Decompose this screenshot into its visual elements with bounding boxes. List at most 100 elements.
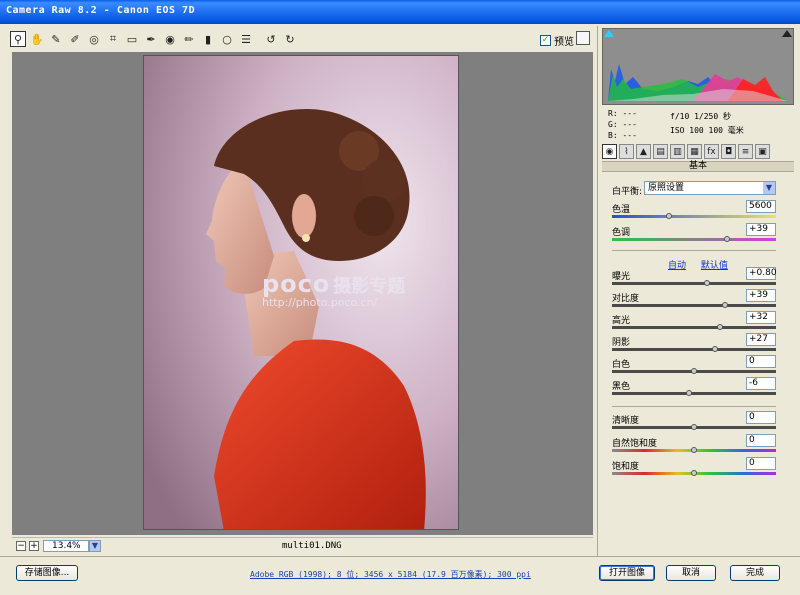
auto-default-links: 自动 默认值 (668, 258, 740, 271)
basic-tab-icon[interactable]: ◉ (602, 144, 617, 159)
highlight-clipping-icon[interactable] (782, 30, 792, 37)
blacks-label: 黑色 (612, 382, 631, 392)
blacks-slider[interactable] (612, 390, 776, 396)
divider (612, 406, 776, 407)
highlights-value-input[interactable]: +32 (746, 311, 776, 324)
temperature-label: 色温 (612, 205, 631, 215)
blacks-slider-thumb[interactable] (686, 390, 693, 396)
contrast-slider[interactable] (612, 302, 776, 308)
shadows-slider[interactable] (612, 346, 776, 352)
shadow-clipping-icon[interactable] (604, 30, 614, 37)
split-toning-tab-icon[interactable]: ▥ (670, 144, 685, 159)
adjustment-brush-icon[interactable]: ✏ (181, 31, 197, 47)
whites-slider[interactable] (612, 368, 776, 374)
save-image-button[interactable]: 存储图像... (16, 565, 78, 581)
exposure-label: 曝光 (612, 272, 631, 282)
shadows-value-input[interactable]: +27 (746, 333, 776, 346)
saturation-slider[interactable] (612, 470, 776, 476)
preview-toggle[interactable]: ✓ 预览 (540, 33, 574, 48)
zoom-in-button[interactable]: + (29, 541, 39, 551)
clarity-value-input[interactable]: 0 (746, 411, 776, 424)
hsl-tab-icon[interactable]: ▤ (653, 144, 668, 159)
white-balance-icon[interactable]: ✎ (48, 31, 64, 47)
tone-curve-tab-icon[interactable]: ⌇ (619, 144, 634, 159)
vibrance-label: 自然饱和度 (612, 439, 658, 449)
clarity-label: 清晰度 (612, 416, 640, 426)
red-eye-icon[interactable]: ◉ (162, 31, 178, 47)
histogram (602, 28, 794, 105)
watermark-tagline: 摄影专题 (333, 276, 406, 297)
highlights-slider[interactable] (612, 324, 776, 330)
highlights-slider-thumb[interactable] (717, 324, 724, 330)
info-readout: R: --- G: --- B: --- f/10 1/250 秒 ISO 10… (602, 106, 794, 142)
straighten-icon[interactable]: ▭ (124, 31, 140, 47)
temperature-value-input[interactable]: 5600 (746, 200, 776, 213)
contrast-value-input[interactable]: +39 (746, 289, 776, 302)
graduated-filter-icon[interactable]: ▮ (200, 31, 216, 47)
saturation-label: 饱和度 (612, 462, 640, 472)
divider (612, 250, 776, 251)
workflow-options-link[interactable]: Adobe RGB (1998); 8 位; 3456 x 5184 (17.9… (250, 569, 531, 580)
preview-checkbox[interactable]: ✓ (540, 35, 551, 46)
zoom-icon[interactable]: ⚲ (10, 31, 26, 47)
auto-link[interactable]: 自动 (668, 261, 686, 271)
preview-label: 预览 (554, 37, 574, 48)
done-button[interactable]: 完成 (730, 565, 780, 581)
detail-tab-icon[interactable]: ▲ (636, 144, 651, 159)
vibrance-value-input[interactable]: 0 (746, 434, 776, 447)
contrast-slider-thumb[interactable] (722, 302, 729, 308)
toolbar: ⚲ ✋ ✎ ✐ ◎ ⌗ ▭ ✒ ◉ ✏ ▮ ○ ☰ ↺ ↻ ✓ 预览 (6, 28, 592, 50)
chevron-down-icon[interactable]: ▼ (763, 182, 775, 194)
title-bar: Camera Raw 8.2 - Canon EOS 7D (0, 0, 800, 24)
tint-slider[interactable] (612, 236, 776, 242)
preferences-icon[interactable]: ☰ (238, 31, 254, 47)
open-image-button[interactable]: 打开图像 (599, 565, 655, 581)
rotate-ccw-icon[interactable]: ↺ (263, 31, 279, 47)
radial-filter-icon[interactable]: ○ (219, 31, 235, 47)
whites-slider-thumb[interactable] (691, 368, 697, 374)
presets-tab-icon[interactable]: ≡ (738, 144, 753, 159)
exposure-slider-thumb[interactable] (704, 280, 711, 286)
vibrance-slider[interactable] (612, 447, 776, 453)
fullscreen-icon[interactable] (576, 31, 590, 45)
exposure-value-input[interactable]: +0.80 (746, 267, 777, 280)
image-canvas[interactable]: poco 摄影专题 http://photo.poco.cn/ (12, 52, 593, 535)
zoom-out-button[interactable]: − (16, 541, 26, 551)
tint-slider-thumb[interactable] (723, 236, 730, 242)
temperature-slider[interactable] (612, 213, 776, 219)
spot-removal-icon[interactable]: ✒ (143, 31, 159, 47)
panel-header: 基本 (602, 161, 794, 172)
crop-icon[interactable]: ⌗ (105, 31, 121, 47)
white-balance-select[interactable]: 原照设置 ▼ (644, 181, 776, 195)
tint-value-input[interactable]: +39 (746, 223, 776, 236)
blacks-value-input[interactable]: -6 (746, 377, 776, 390)
saturation-value-input[interactable]: 0 (746, 457, 776, 470)
lens-corrections-tab-icon[interactable]: ▦ (687, 144, 702, 159)
snapshots-tab-icon[interactable]: ▣ (755, 144, 770, 159)
temperature-slider-thumb[interactable] (666, 213, 673, 219)
whites-value-input[interactable]: 0 (746, 355, 776, 368)
shadows-slider-thumb[interactable] (712, 346, 719, 352)
shadows-label: 阴影 (612, 338, 631, 348)
clarity-slider[interactable] (612, 424, 776, 430)
rotate-cw-icon[interactable]: ↻ (282, 31, 298, 47)
panel-tabs: ◉ ⌇ ▲ ▤ ▥ ▦ fx ◘ ≡ ▣ (602, 144, 794, 160)
vibrance-slider-thumb[interactable] (691, 447, 697, 453)
saturation-slider-thumb[interactable] (691, 470, 697, 476)
exif-iso-focal: ISO 100 100 毫米 (670, 126, 744, 135)
effects-tab-icon[interactable]: fx (704, 144, 719, 159)
color-sampler-icon[interactable]: ✐ (67, 31, 83, 47)
window-title: Camera Raw 8.2 - Canon EOS 7D (6, 5, 196, 16)
exposure-slider[interactable] (612, 280, 776, 286)
zoom-level-select[interactable]: 13.4% (43, 540, 89, 552)
cancel-button[interactable]: 取消 (666, 565, 716, 581)
clarity-slider-thumb[interactable] (691, 424, 697, 430)
hand-icon[interactable]: ✋ (29, 31, 45, 47)
default-link[interactable]: 默认值 (701, 261, 728, 271)
chevron-down-icon[interactable]: ▼ (89, 540, 101, 552)
camera-calibration-tab-icon[interactable]: ◘ (721, 144, 736, 159)
target-adjust-icon[interactable]: ◎ (86, 31, 102, 47)
r-readout: R: --- (608, 109, 637, 118)
tint-label: 色调 (612, 228, 631, 238)
highlights-label: 高光 (612, 316, 631, 326)
